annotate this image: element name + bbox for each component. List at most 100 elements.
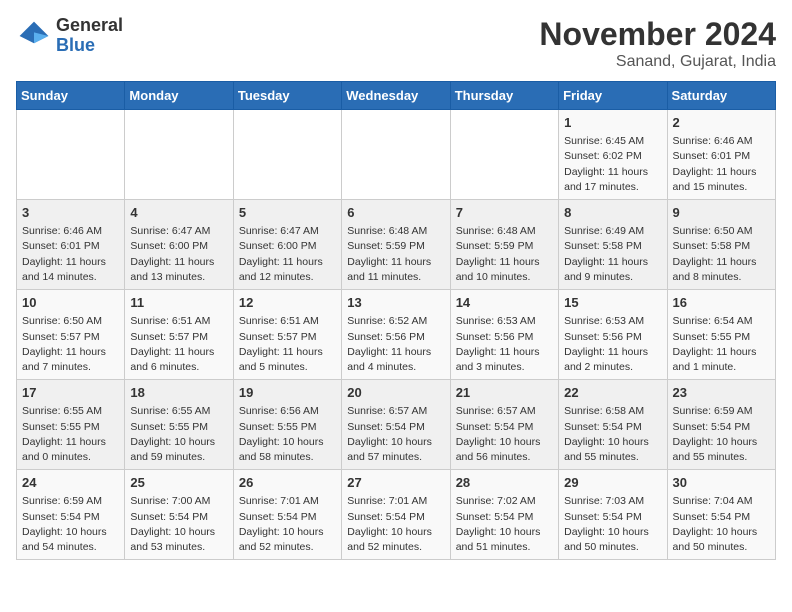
- calendar-title: November 2024: [539, 16, 776, 53]
- day-number: 18: [130, 384, 227, 402]
- logo-general-text: General: [56, 16, 123, 36]
- day-info: Sunrise: 7:01 AM Sunset: 5:54 PM Dayligh…: [347, 494, 444, 555]
- day-cell: [233, 110, 341, 200]
- day-cell: 8 Sunrise: 6:49 AM Sunset: 5:58 PM Daylig…: [559, 200, 667, 290]
- day-number: 3: [22, 204, 119, 222]
- day-cell: [17, 110, 125, 200]
- day-info: Sunrise: 6:53 AM Sunset: 5:56 PM Dayligh…: [456, 314, 553, 375]
- day-cell: 16 Sunrise: 6:54 AM Sunset: 5:55 PM Dayli…: [667, 290, 775, 380]
- week-row-1: 1Sunrise: 6:45 AM Sunset: 6:02 PM Daylig…: [17, 110, 776, 200]
- day-info: Sunrise: 6:54 AM Sunset: 5:55 PM Dayligh…: [673, 314, 770, 375]
- day-cell: 5Sunrise: 6:47 AM Sunset: 6:00 PM Daylig…: [233, 200, 341, 290]
- day-cell: 18Sunrise: 6:55 AM Sunset: 5:55 PM Dayli…: [125, 380, 233, 470]
- weekday-header-tuesday: Tuesday: [233, 82, 341, 110]
- day-cell: 24 Sunrise: 6:59 AM Sunset: 5:54 PM Dayli…: [17, 470, 125, 560]
- weekday-header-sunday: Sunday: [17, 82, 125, 110]
- day-number: 4: [130, 204, 227, 222]
- week-row-3: 10 Sunrise: 6:50 AM Sunset: 5:57 PM Dayli…: [17, 290, 776, 380]
- weekday-header-friday: Friday: [559, 82, 667, 110]
- calendar-table: SundayMondayTuesdayWednesdayThursdayFrid…: [16, 81, 776, 560]
- day-cell: 12 Sunrise: 6:51 AM Sunset: 5:57 PM Dayli…: [233, 290, 341, 380]
- weekday-row: SundayMondayTuesdayWednesdayThursdayFrid…: [17, 82, 776, 110]
- day-info: Sunrise: 6:53 AM Sunset: 5:56 PM Dayligh…: [564, 314, 661, 375]
- weekday-header-thursday: Thursday: [450, 82, 558, 110]
- day-number: 5: [239, 204, 336, 222]
- day-info: Sunrise: 6:46 AM Sunset: 6:01 PM Dayligh…: [22, 224, 119, 285]
- day-info: Sunrise: 7:03 AM Sunset: 5:54 PM Dayligh…: [564, 494, 661, 555]
- day-cell: 22Sunrise: 6:58 AM Sunset: 5:54 PM Dayli…: [559, 380, 667, 470]
- weekday-header-wednesday: Wednesday: [342, 82, 450, 110]
- day-cell: 13 Sunrise: 6:52 AM Sunset: 5:56 PM Dayli…: [342, 290, 450, 380]
- calendar-body: 1Sunrise: 6:45 AM Sunset: 6:02 PM Daylig…: [17, 110, 776, 560]
- day-number: 12: [239, 294, 336, 312]
- day-number: 25: [130, 474, 227, 492]
- day-number: 22: [564, 384, 661, 402]
- week-row-5: 24 Sunrise: 6:59 AM Sunset: 5:54 PM Dayli…: [17, 470, 776, 560]
- weekday-header-monday: Monday: [125, 82, 233, 110]
- day-cell: 28Sunrise: 7:02 AM Sunset: 5:54 PM Dayli…: [450, 470, 558, 560]
- weekday-header-saturday: Saturday: [667, 82, 775, 110]
- day-number: 10: [22, 294, 119, 312]
- day-info: Sunrise: 6:48 AM Sunset: 5:59 PM Dayligh…: [456, 224, 553, 285]
- week-row-4: 17 Sunrise: 6:55 AM Sunset: 5:55 PM Dayli…: [17, 380, 776, 470]
- day-info: Sunrise: 6:51 AM Sunset: 5:57 PM Dayligh…: [239, 314, 336, 375]
- day-cell: 9 Sunrise: 6:50 AM Sunset: 5:58 PM Daylig…: [667, 200, 775, 290]
- day-info: Sunrise: 6:57 AM Sunset: 5:54 PM Dayligh…: [347, 404, 444, 465]
- day-number: 1: [564, 114, 661, 132]
- day-number: 29: [564, 474, 661, 492]
- day-number: 20: [347, 384, 444, 402]
- day-number: 26: [239, 474, 336, 492]
- day-cell: 2Sunrise: 6:46 AM Sunset: 6:01 PM Daylig…: [667, 110, 775, 200]
- day-number: 21: [456, 384, 553, 402]
- day-cell: 23 Sunrise: 6:59 AM Sunset: 5:54 PM Dayli…: [667, 380, 775, 470]
- day-cell: 10 Sunrise: 6:50 AM Sunset: 5:57 PM Dayli…: [17, 290, 125, 380]
- day-cell: [342, 110, 450, 200]
- day-info: Sunrise: 6:57 AM Sunset: 5:54 PM Dayligh…: [456, 404, 553, 465]
- day-number: 24: [22, 474, 119, 492]
- day-cell: 17 Sunrise: 6:55 AM Sunset: 5:55 PM Dayli…: [17, 380, 125, 470]
- day-info: Sunrise: 6:49 AM Sunset: 5:58 PM Dayligh…: [564, 224, 661, 285]
- day-info: Sunrise: 7:04 AM Sunset: 5:54 PM Dayligh…: [673, 494, 770, 555]
- day-cell: 11Sunrise: 6:51 AM Sunset: 5:57 PM Dayli…: [125, 290, 233, 380]
- day-cell: 1Sunrise: 6:45 AM Sunset: 6:02 PM Daylig…: [559, 110, 667, 200]
- day-info: Sunrise: 6:56 AM Sunset: 5:55 PM Dayligh…: [239, 404, 336, 465]
- day-cell: 21 Sunrise: 6:57 AM Sunset: 5:54 PM Dayli…: [450, 380, 558, 470]
- day-number: 11: [130, 294, 227, 312]
- header: General Blue November 2024 Sanand, Gujar…: [16, 16, 776, 71]
- day-info: Sunrise: 6:55 AM Sunset: 5:55 PM Dayligh…: [22, 404, 119, 465]
- day-info: Sunrise: 6:59 AM Sunset: 5:54 PM Dayligh…: [22, 494, 119, 555]
- calendar-header: SundayMondayTuesdayWednesdayThursdayFrid…: [17, 82, 776, 110]
- day-number: 15: [564, 294, 661, 312]
- day-cell: 7 Sunrise: 6:48 AM Sunset: 5:59 PM Daylig…: [450, 200, 558, 290]
- day-number: 27: [347, 474, 444, 492]
- day-cell: [450, 110, 558, 200]
- day-info: Sunrise: 6:52 AM Sunset: 5:56 PM Dayligh…: [347, 314, 444, 375]
- logo-blue-text: Blue: [56, 36, 123, 56]
- day-cell: 25Sunrise: 7:00 AM Sunset: 5:54 PM Dayli…: [125, 470, 233, 560]
- day-number: 6: [347, 204, 444, 222]
- day-number: 19: [239, 384, 336, 402]
- day-info: Sunrise: 6:50 AM Sunset: 5:57 PM Dayligh…: [22, 314, 119, 375]
- day-cell: 30Sunrise: 7:04 AM Sunset: 5:54 PM Dayli…: [667, 470, 775, 560]
- day-cell: 4 Sunrise: 6:47 AM Sunset: 6:00 PM Daylig…: [125, 200, 233, 290]
- day-cell: 26Sunrise: 7:01 AM Sunset: 5:54 PM Dayli…: [233, 470, 341, 560]
- day-number: 13: [347, 294, 444, 312]
- day-cell: 29 Sunrise: 7:03 AM Sunset: 5:54 PM Dayli…: [559, 470, 667, 560]
- day-number: 8: [564, 204, 661, 222]
- logo-text: General Blue: [56, 16, 123, 56]
- day-info: Sunrise: 6:50 AM Sunset: 5:58 PM Dayligh…: [673, 224, 770, 285]
- day-number: 9: [673, 204, 770, 222]
- day-cell: 19 Sunrise: 6:56 AM Sunset: 5:55 PM Dayli…: [233, 380, 341, 470]
- day-info: Sunrise: 6:59 AM Sunset: 5:54 PM Dayligh…: [673, 404, 770, 465]
- day-number: 16: [673, 294, 770, 312]
- day-info: Sunrise: 6:47 AM Sunset: 6:00 PM Dayligh…: [130, 224, 227, 285]
- day-cell: 20 Sunrise: 6:57 AM Sunset: 5:54 PM Dayli…: [342, 380, 450, 470]
- day-number: 17: [22, 384, 119, 402]
- day-number: 14: [456, 294, 553, 312]
- day-number: 23: [673, 384, 770, 402]
- calendar-subtitle: Sanand, Gujarat, India: [539, 53, 776, 71]
- day-cell: [125, 110, 233, 200]
- day-number: 7: [456, 204, 553, 222]
- logo-icon: [16, 18, 52, 54]
- title-area: November 2024 Sanand, Gujarat, India: [539, 16, 776, 71]
